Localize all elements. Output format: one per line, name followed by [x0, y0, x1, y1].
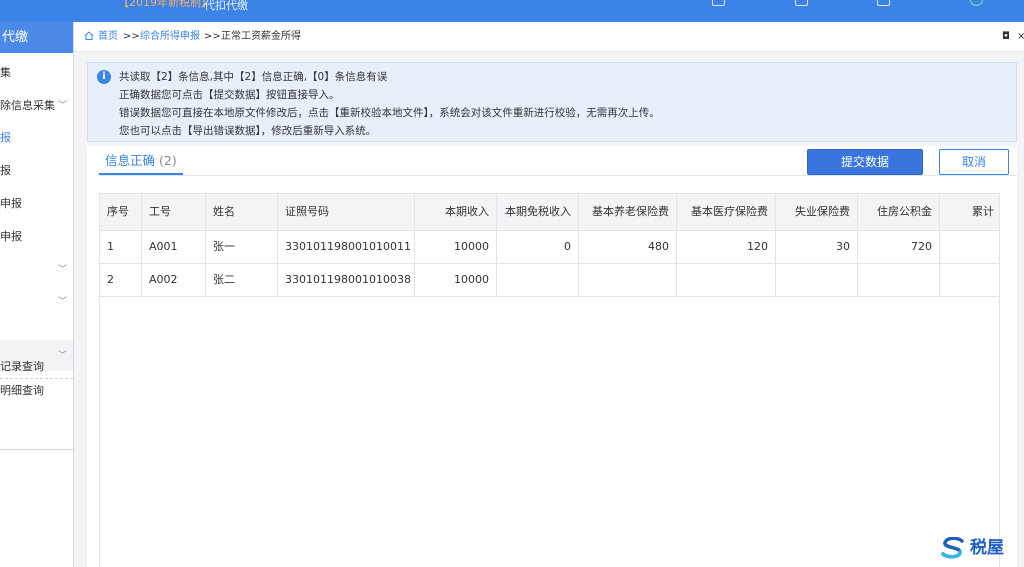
table-cell: A002	[142, 263, 206, 296]
column-header[interactable]: 住房公积金	[858, 194, 940, 230]
sidebar-item-label: 申报	[0, 230, 22, 243]
notice-line: 您也可以点击【导出错误数据】，修改后重新导入系统。	[119, 125, 377, 137]
breadcrumb-level2[interactable]: 综合所得申报	[140, 22, 200, 51]
import-result-notice: i 共读取【2】条信息,其中【2】信息正确,【0】条信息有误 正确数据您可点击【…	[87, 62, 1017, 142]
tab-correct-info[interactable]: 信息正确 (2)	[99, 149, 183, 175]
table-cell: 10000	[415, 263, 497, 296]
sidebar-subitem-record-query[interactable]: 记录查询	[0, 355, 73, 379]
sidebar-group-2[interactable]: ﹀	[0, 292, 73, 312]
column-header[interactable]: 本期免税收入	[497, 194, 579, 230]
sidebar-header[interactable]: 代缴	[0, 22, 73, 53]
table-header: 序号 工号 姓名 证照号码 本期收入 本期免税收入 基本养老保险费 基本医疗保险…	[100, 194, 999, 231]
table-cell: 330101198001010038	[278, 263, 415, 296]
sidebar-item-label: 报	[0, 164, 11, 177]
table-cell	[776, 263, 858, 296]
watermark-logo	[941, 537, 964, 559]
toolbar-icon-1[interactable]	[712, 0, 725, 6]
notice-line: 共读取【2】条信息,其中【2】信息正确,【0】条信息有误	[119, 71, 388, 83]
table-cell: 330101198001010011	[278, 230, 415, 263]
close-icon[interactable]: ⨯	[1017, 22, 1024, 51]
column-header[interactable]: 基本医疗保险费	[677, 194, 776, 230]
sidebar-item-label: 集	[0, 66, 11, 79]
app-subtitle: 代扣代缴	[204, 0, 248, 12]
column-header[interactable]: 基本养老保险费	[579, 194, 677, 230]
chevron-down-icon: ﹀	[58, 265, 68, 275]
sidebar-item-label: 申报	[0, 197, 22, 210]
breadcrumb-home[interactable]: 首页	[98, 22, 118, 51]
table-cell: A001	[142, 230, 206, 263]
table-cell	[579, 263, 677, 296]
column-header[interactable]: 证照号码	[278, 194, 415, 230]
top-header-bar: 【2019年新税制】 代扣代缴	[0, 0, 1024, 22]
breadcrumb: 首页 >> 综合所得申报 >> 正常工资薪金所得 ◘ ⨯	[74, 22, 1024, 52]
column-header[interactable]: 序号	[100, 194, 142, 230]
column-header[interactable]: 工号	[142, 194, 206, 230]
breadcrumb-sep: >>	[123, 31, 140, 42]
breadcrumb-current: 正常工资薪金所得	[221, 31, 301, 42]
data-table: 序号 工号 姓名 证照号码 本期收入 本期免税收入 基本养老保险费 基本医疗保险…	[99, 193, 1000, 567]
table-cell: 1	[100, 230, 142, 263]
column-header[interactable]: 本期收入	[415, 194, 497, 230]
sidebar-subitem-detail-query[interactable]: 明细查询	[0, 379, 73, 402]
table-cell: 480	[579, 230, 677, 263]
chevron-down-icon: ﹀	[58, 297, 68, 307]
toolbar-icon-3[interactable]	[877, 0, 890, 6]
home-icon	[84, 31, 94, 40]
column-header[interactable]: 姓名	[206, 194, 278, 230]
sidebar-item-deduction-collect[interactable]: 除信息采集 ﹀	[0, 96, 73, 116]
sidebar-item-nonresident-report[interactable]: 申报	[0, 194, 73, 214]
submit-data-button[interactable]: 提交数据	[807, 149, 923, 175]
table-cell: 0	[497, 230, 579, 263]
table-cell	[497, 263, 579, 296]
restore-icon[interactable]: ◘	[1002, 22, 1010, 51]
cancel-button[interactable]: 取消	[939, 149, 1009, 175]
sidebar-item-label: 除信息采集	[0, 99, 55, 112]
breadcrumb-sep: >>	[204, 31, 221, 42]
watermark: 税屋	[940, 535, 1020, 561]
table-cell: 30	[776, 230, 858, 263]
watermark-text: 税屋	[970, 538, 1004, 558]
table-cell	[677, 263, 776, 296]
column-header[interactable]: 失业保险费	[776, 194, 858, 230]
sidebar: 代缴 集 除信息采集 ﹀ 报 报 申报 申报 ﹀ ﹀ ﹀ 记录查询 明细查询	[0, 22, 74, 567]
info-icon: i	[97, 70, 111, 84]
notice-line: 错误数据您可直接在本地原文件修改后，点击【重新校验本地文件】，系统会对该文件重新…	[119, 107, 660, 119]
tab-divider	[99, 175, 1017, 176]
notice-line: 正确数据您可点击【提交数据】按钮直接导入。	[119, 89, 340, 101]
tab-label: 信息正确	[105, 153, 156, 168]
version-badge: 【2019年新税制】	[118, 0, 212, 9]
table-cell	[940, 230, 999, 263]
tab-count: (2)	[159, 153, 177, 168]
table-cell: 2	[100, 263, 142, 296]
column-header[interactable]: 累计	[940, 194, 999, 230]
table-row[interactable]: 2 A002 张二 330101198001010038 10000	[100, 263, 999, 297]
table-cell: 120	[677, 230, 776, 263]
toolbar-icon-2[interactable]	[795, 0, 808, 6]
table-cell: 张一	[206, 230, 278, 263]
sidebar-item-comprehensive-report[interactable]: 报	[0, 128, 73, 148]
table-cell	[858, 263, 940, 296]
table-cell: 720	[858, 230, 940, 263]
sidebar-divider	[0, 449, 73, 450]
sidebar-item-limited-report[interactable]: 申报	[0, 227, 73, 247]
sidebar-group-1[interactable]: ﹀	[0, 260, 73, 280]
chevron-down-icon: ﹀	[58, 101, 68, 111]
table-row[interactable]: 1 A001 张一 330101198001010011 10000 0 480…	[100, 230, 999, 264]
sidebar-item-collect[interactable]: 集	[0, 63, 73, 83]
table-cell	[940, 263, 999, 296]
table-cell: 张二	[206, 263, 278, 296]
sidebar-item-label: 报	[0, 131, 11, 144]
sidebar-item-classified-report[interactable]: 报	[0, 161, 73, 181]
status-icon	[970, 0, 983, 6]
table-cell: 10000	[415, 230, 497, 263]
